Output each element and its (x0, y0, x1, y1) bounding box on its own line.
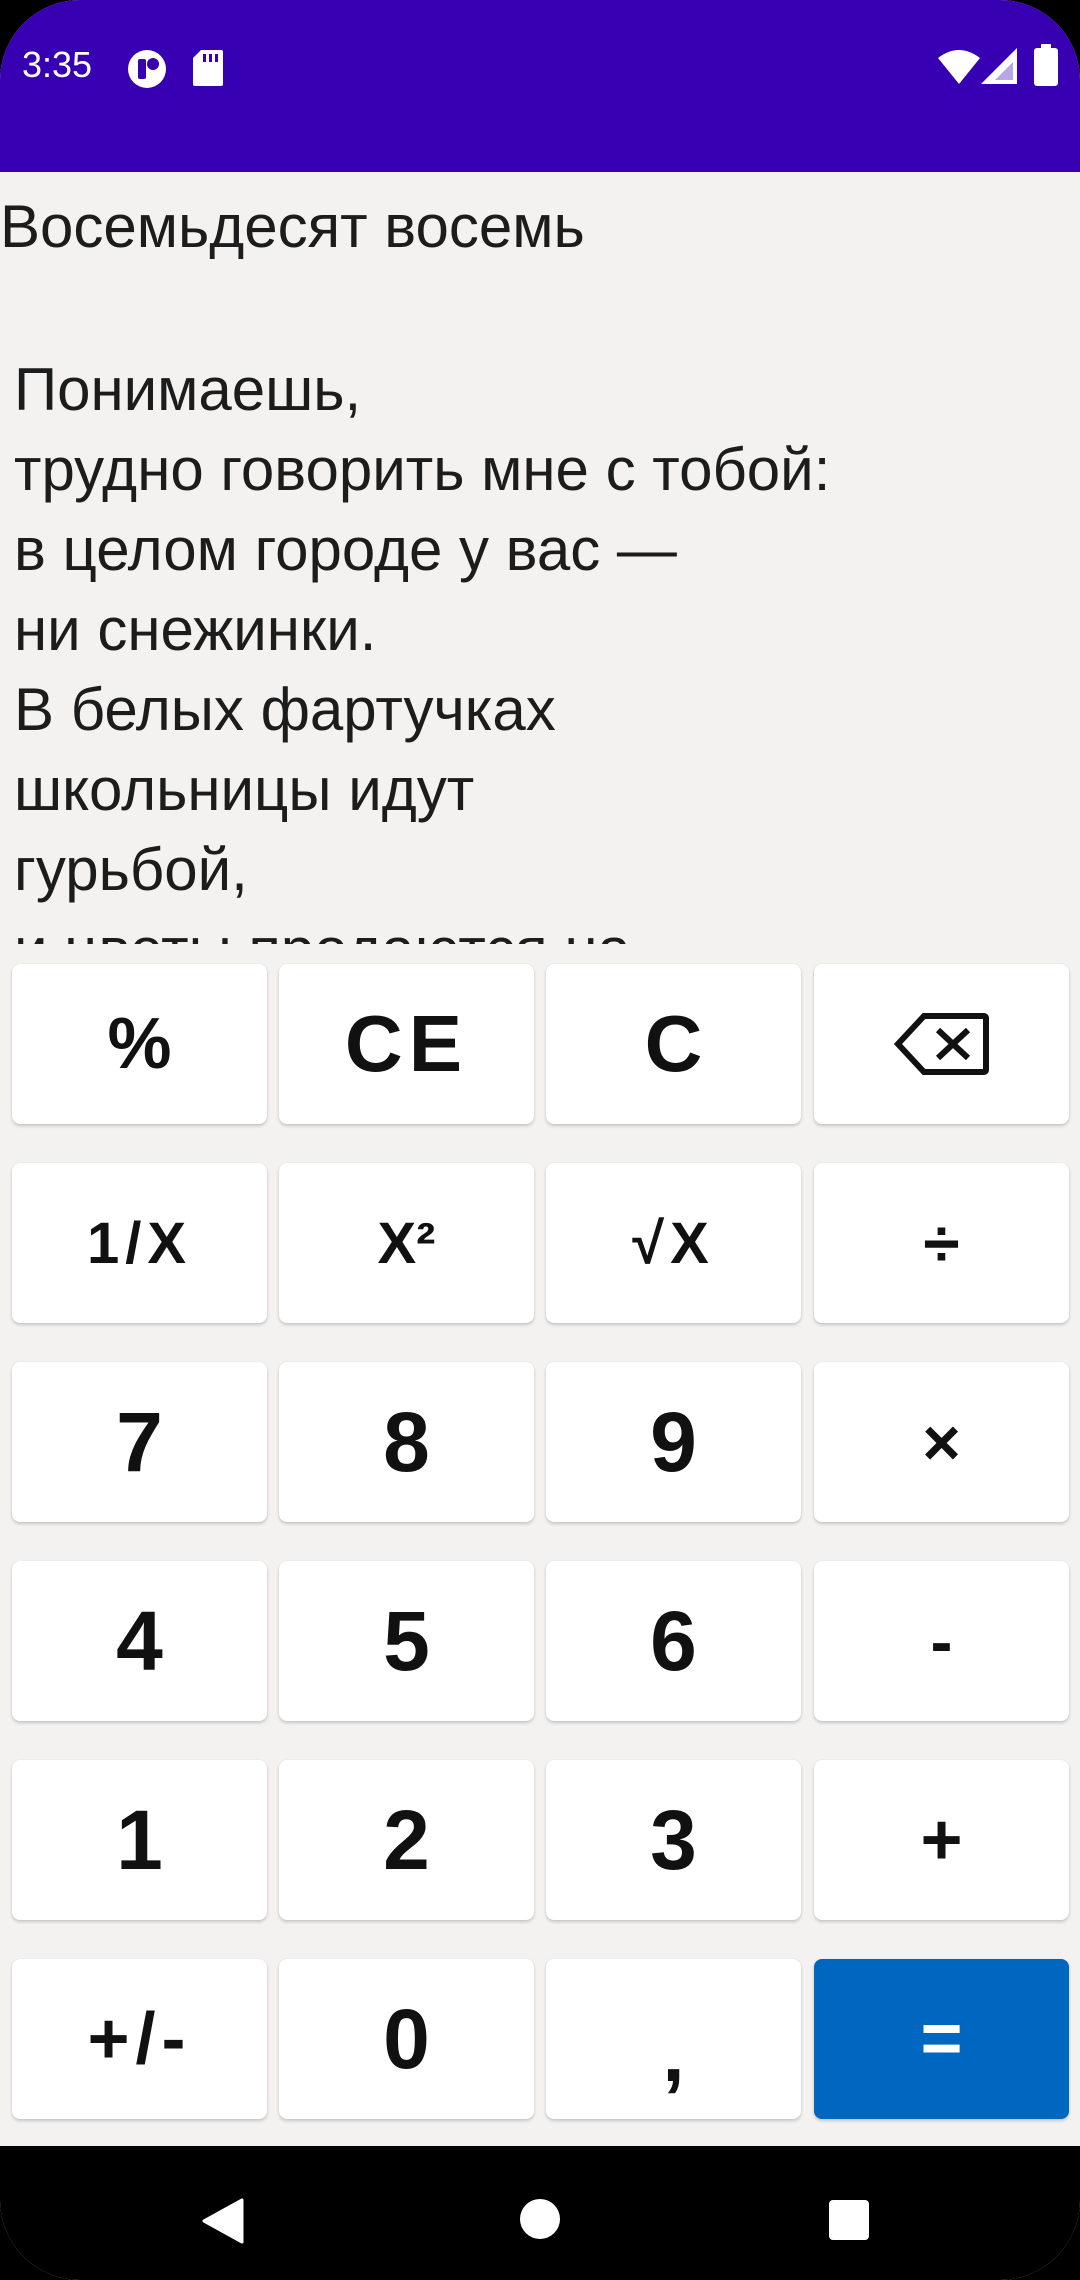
add-label: + (920, 1800, 963, 1880)
recents-icon[interactable] (828, 2199, 870, 2241)
digit-5-label: 5 (383, 1593, 430, 1688)
keypad: % CE C 1/X X² √X ÷ 7 8 9 × 4 5 6 - 1 2 3 + +/- 0, = (0, 944, 1080, 2146)
clear-button[interactable]: C (546, 964, 801, 1124)
divide-button[interactable]: ÷ (814, 1163, 1069, 1323)
clear-entry-button[interactable]: CE (279, 964, 534, 1124)
result-display: Восемьдесят восемь Понимаешь, трудно гов… (0, 172, 1080, 944)
decimal-separator-label: , (662, 2009, 685, 2098)
square-button[interactable]: X² (279, 1163, 534, 1323)
negate-label: +/- (87, 1999, 192, 2079)
digit-1-label: 1 (116, 1792, 163, 1887)
status-time: 3:35 (22, 44, 93, 85)
multiply-label: × (922, 1405, 961, 1479)
digit-3-label: 3 (650, 1792, 697, 1887)
digit-8-button[interactable]: 8 (279, 1362, 534, 1522)
digit-3-button[interactable]: 3 (546, 1760, 801, 1920)
home-icon[interactable] (519, 2198, 561, 2240)
digit-7-button[interactable]: 7 (12, 1362, 267, 1522)
digit-9-label: 9 (650, 1394, 697, 1489)
reciprocal-button[interactable]: 1/X (12, 1163, 267, 1323)
app-notification-icon (128, 50, 166, 88)
wifi-icon (938, 50, 980, 84)
digit-8-label: 8 (383, 1394, 430, 1489)
cell-signal-icon (981, 48, 1017, 84)
digit-7-label: 7 (116, 1394, 163, 1489)
clear-entry-label: CE (344, 999, 469, 1088)
status-bar: 3:35 (0, 0, 1080, 172)
digit-0-button[interactable]: 0 (279, 1959, 534, 2119)
digit-6-button[interactable]: 6 (546, 1561, 801, 1721)
backspace-icon (893, 1013, 989, 1075)
sd-card-icon (193, 50, 223, 86)
digit-4-button[interactable]: 4 (12, 1561, 267, 1721)
poem-text: Понимаешь, трудно говорить мне с тобой: … (14, 356, 831, 944)
navigation-bar (0, 2146, 1080, 2280)
subtract-button[interactable]: - (814, 1561, 1069, 1721)
multiply-button[interactable]: × (814, 1362, 1069, 1522)
digit-2-label: 2 (383, 1792, 430, 1887)
equals-button[interactable]: = (814, 1959, 1069, 2119)
square-label: X² (377, 1210, 436, 1276)
subtract-label: - (930, 1604, 953, 1678)
equals-label: = (920, 1999, 963, 2079)
digit-9-button[interactable]: 9 (546, 1362, 801, 1522)
percent-label: % (107, 1004, 172, 1084)
digit-1-button[interactable]: 1 (12, 1760, 267, 1920)
calculator-screen: 3:35 Восемьдесят восемь Понимаешь, трудн… (0, 0, 1080, 2280)
reciprocal-label: 1/X (86, 1210, 193, 1276)
add-button[interactable]: + (814, 1760, 1069, 1920)
back-icon[interactable] (202, 2198, 244, 2244)
percent-button[interactable]: % (12, 964, 267, 1124)
digit-2-button[interactable]: 2 (279, 1760, 534, 1920)
negate-button[interactable]: +/- (12, 1959, 267, 2119)
number-in-words-title: Восемьдесят восемь (0, 193, 585, 260)
divide-label: ÷ (923, 1206, 960, 1280)
digit-6-label: 6 (650, 1593, 697, 1688)
battery-icon (1034, 44, 1058, 86)
backspace-button[interactable] (814, 964, 1069, 1124)
square-root-button[interactable]: √X (546, 1163, 801, 1323)
digit-0-label: 0 (383, 1991, 430, 2086)
square-root-label: √X (632, 1210, 715, 1276)
clear-label: C (644, 999, 703, 1088)
decimal-separator-button[interactable]: , (546, 1959, 801, 2119)
digit-5-button[interactable]: 5 (279, 1561, 534, 1721)
digit-4-label: 4 (116, 1593, 163, 1688)
